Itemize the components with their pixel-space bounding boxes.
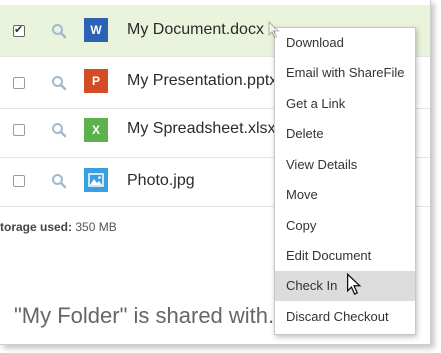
- menu-item-edit-document[interactable]: Edit Document: [275, 241, 415, 271]
- menu-item-view-details[interactable]: View Details: [275, 150, 415, 180]
- powerpoint-icon: P: [84, 69, 108, 93]
- storage-value: 350 MB: [75, 220, 117, 234]
- menu-item-get-a-link[interactable]: Get a Link: [275, 89, 415, 119]
- file-name[interactable]: My Spreadsheet.xlsx: [127, 120, 276, 138]
- preview-magnifier-icon[interactable]: [51, 75, 67, 91]
- storage-used: torage used: 350 MB: [0, 220, 117, 234]
- row-checkbox[interactable]: [13, 124, 25, 136]
- file-name[interactable]: Photo.jpg: [127, 172, 195, 190]
- mouse-pointer-icon: [346, 273, 362, 295]
- context-menu: Download Email with ShareFile Get a Link…: [274, 27, 416, 335]
- checkmark-icon: ✔: [14, 24, 24, 36]
- menu-item-download[interactable]: Download: [275, 28, 415, 58]
- shared-with-heading: "My Folder" is shared with...: [14, 303, 287, 328]
- excel-icon: X: [84, 118, 108, 142]
- menu-item-move[interactable]: Move: [275, 180, 415, 210]
- row-checkbox[interactable]: [13, 175, 25, 187]
- row-checkbox[interactable]: [13, 77, 25, 89]
- mouse-pointer-ghost-icon: [268, 21, 280, 39]
- file-name[interactable]: My Document.docx: [127, 21, 264, 39]
- file-name[interactable]: My Presentation.pptx: [127, 72, 277, 90]
- menu-item-email-with-sharefile[interactable]: Email with ShareFile: [275, 58, 415, 88]
- preview-magnifier-icon[interactable]: [51, 23, 67, 39]
- menu-item-delete[interactable]: Delete: [275, 119, 415, 149]
- storage-label: torage used:: [0, 220, 73, 234]
- preview-magnifier-icon[interactable]: [51, 173, 67, 189]
- menu-item-check-in[interactable]: Check In: [275, 271, 415, 301]
- menu-item-discard-checkout[interactable]: Discard Checkout: [275, 302, 415, 332]
- row-checkbox[interactable]: ✔: [13, 24, 25, 37]
- menu-item-copy[interactable]: Copy: [275, 211, 415, 241]
- word-icon: W: [84, 18, 108, 42]
- file-list-panel: ✔ W My Document.docx P My Presentation.p…: [0, 0, 431, 345]
- preview-magnifier-icon[interactable]: [51, 122, 67, 138]
- image-icon: [84, 168, 108, 192]
